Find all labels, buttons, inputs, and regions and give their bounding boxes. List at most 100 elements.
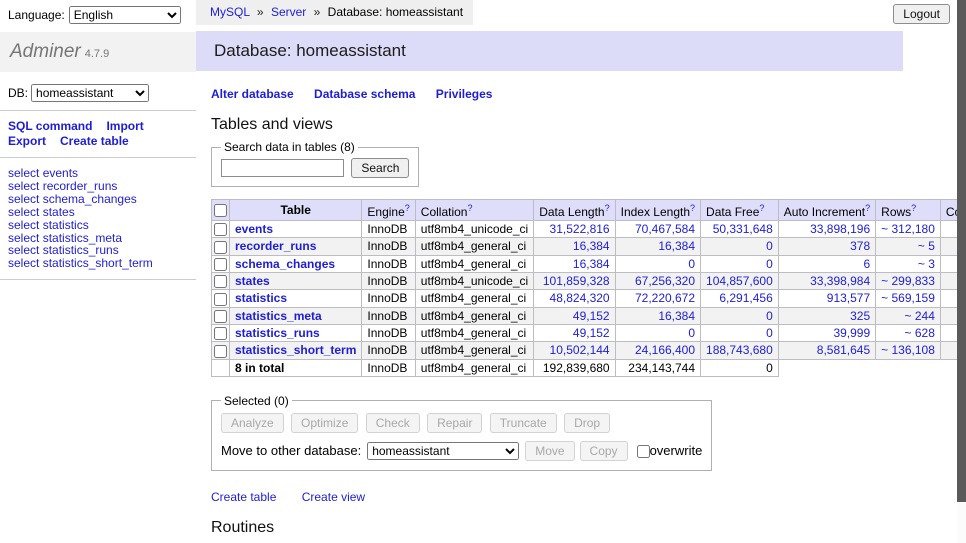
overwrite-checkbox[interactable] — [637, 445, 650, 458]
select-link[interactable]: select — [8, 205, 39, 219]
rows-link[interactable]: ~ 299,833 — [881, 274, 935, 288]
sidebar-link-export[interactable]: Export — [8, 134, 46, 148]
select-link[interactable]: select — [8, 256, 39, 270]
data-free-link[interactable]: 0 — [766, 326, 773, 340]
row-checkbox[interactable] — [214, 310, 227, 323]
data-length-link[interactable]: 31,522,816 — [550, 222, 610, 236]
db-select[interactable]: homeassistant — [31, 84, 149, 102]
select-link[interactable]: select — [8, 243, 39, 257]
data-length-link[interactable]: 49,152 — [573, 326, 610, 340]
select-link[interactable]: select — [8, 166, 39, 180]
link-create-table[interactable]: Create table — [211, 490, 276, 504]
table-link[interactable]: statistics_meta — [235, 309, 322, 323]
help-link[interactable]: ? — [467, 203, 472, 213]
table-link[interactable]: statistics — [235, 291, 287, 305]
data-free-link[interactable]: 188,743,680 — [706, 343, 773, 357]
data-length-link[interactable]: 101,859,328 — [543, 274, 610, 288]
breadcrumb-link-server[interactable]: Server — [271, 5, 306, 19]
data-length-link[interactable]: 16,384 — [573, 257, 610, 271]
auto-increment-link[interactable]: 8,581,645 — [817, 343, 870, 357]
data-length-link[interactable]: 49,152 — [573, 309, 610, 323]
language-select[interactable]: English — [69, 6, 181, 24]
data-free-link[interactable]: 50,331,648 — [713, 222, 773, 236]
auto-increment-link[interactable]: 378 — [850, 239, 870, 253]
select-all-checkbox[interactable] — [214, 204, 227, 217]
breadcrumb-link-mysql[interactable]: MySQL — [210, 5, 250, 19]
logout-button[interactable]: Logout — [893, 4, 950, 24]
index-length-link[interactable]: 67,256,320 — [635, 274, 695, 288]
link-privileges[interactable]: Privileges — [436, 87, 493, 101]
auto-increment-link[interactable]: 913,577 — [827, 291, 870, 305]
scrollbar-thumb[interactable] — [957, 0, 966, 502]
drop-button[interactable]: Drop — [564, 413, 610, 433]
sidebar-table-link[interactable]: schema_changes — [43, 192, 137, 206]
copy-button[interactable]: Copy — [580, 441, 628, 461]
search-input[interactable] — [221, 159, 344, 177]
help-link[interactable]: ? — [690, 203, 695, 213]
optimize-button[interactable]: Optimize — [291, 413, 358, 433]
repair-button[interactable]: Repair — [427, 413, 482, 433]
sidebar-table-link[interactable]: states — [43, 205, 75, 219]
row-checkbox[interactable] — [214, 223, 227, 236]
move-db-select[interactable]: homeassistant — [367, 442, 519, 460]
table-link[interactable]: statistics_short_term — [235, 343, 356, 357]
move-button[interactable]: Move — [525, 441, 574, 461]
sidebar-table-link[interactable]: recorder_runs — [43, 179, 118, 193]
data-free-link[interactable]: 0 — [766, 309, 773, 323]
sidebar-table-link[interactable]: events — [43, 166, 78, 180]
truncate-button[interactable]: Truncate — [490, 413, 557, 433]
table-link[interactable]: events — [235, 222, 273, 236]
help-link[interactable]: ? — [405, 203, 410, 213]
rows-link[interactable]: ~ 3 — [918, 257, 935, 271]
index-length-link[interactable]: 70,467,584 — [635, 222, 695, 236]
help-link[interactable]: ? — [911, 203, 916, 213]
data-free-link[interactable]: 104,857,600 — [706, 274, 773, 288]
analyze-button[interactable]: Analyze — [221, 413, 284, 433]
row-checkbox[interactable] — [214, 258, 227, 271]
data-free-link[interactable]: 6,291,456 — [719, 291, 772, 305]
rows-link[interactable]: ~ 244 — [905, 309, 935, 323]
help-link[interactable]: ? — [605, 203, 610, 213]
select-link[interactable]: select — [8, 179, 39, 193]
index-length-link[interactable]: 16,384 — [658, 309, 695, 323]
sidebar-table-link[interactable]: statistics_short_term — [43, 256, 153, 270]
help-link[interactable]: ? — [759, 203, 764, 213]
table-link[interactable]: states — [235, 274, 270, 288]
link-create-view[interactable]: Create view — [302, 490, 365, 504]
select-link[interactable]: select — [8, 218, 39, 232]
link-database-schema[interactable]: Database schema — [314, 87, 415, 101]
rows-link[interactable]: ~ 312,180 — [881, 222, 935, 236]
sidebar-table-link[interactable]: statistics_runs — [43, 243, 119, 257]
sidebar-table-link[interactable]: statistics — [43, 218, 89, 232]
row-checkbox[interactable] — [214, 275, 227, 288]
row-checkbox[interactable] — [214, 241, 227, 254]
rows-link[interactable]: ~ 628 — [905, 326, 935, 340]
index-length-link[interactable]: 16,384 — [658, 239, 695, 253]
row-checkbox[interactable] — [214, 345, 227, 358]
rows-link[interactable]: ~ 569,159 — [881, 291, 935, 305]
sidebar-link-import[interactable]: Import — [106, 119, 143, 133]
rows-link[interactable]: ~ 5 — [918, 239, 935, 253]
sidebar-link-sql-command[interactable]: SQL command — [8, 119, 92, 133]
row-checkbox[interactable] — [214, 327, 227, 340]
data-free-link[interactable]: 0 — [766, 239, 773, 253]
row-checkbox[interactable] — [214, 293, 227, 306]
table-link[interactable]: schema_changes — [235, 257, 335, 271]
index-length-link[interactable]: 0 — [688, 326, 695, 340]
sidebar-link-create-table[interactable]: Create table — [60, 134, 129, 148]
select-link[interactable]: select — [8, 231, 39, 245]
sidebar-table-link[interactable]: statistics_meta — [43, 231, 122, 245]
rows-link[interactable]: ~ 136,108 — [881, 343, 935, 357]
auto-increment-link[interactable]: 325 — [850, 309, 870, 323]
table-link[interactable]: recorder_runs — [235, 239, 316, 253]
scrollbar[interactable] — [957, 0, 966, 543]
data-length-link[interactable]: 10,502,144 — [550, 343, 610, 357]
data-length-link[interactable]: 16,384 — [573, 239, 610, 253]
link-alter-database[interactable]: Alter database — [211, 87, 294, 101]
table-link[interactable]: statistics_runs — [235, 326, 320, 340]
auto-increment-link[interactable]: 6 — [863, 257, 870, 271]
select-link[interactable]: select — [8, 192, 39, 206]
data-length-link[interactable]: 48,824,320 — [550, 291, 610, 305]
index-length-link[interactable]: 0 — [688, 257, 695, 271]
check-button[interactable]: Check — [366, 413, 420, 433]
